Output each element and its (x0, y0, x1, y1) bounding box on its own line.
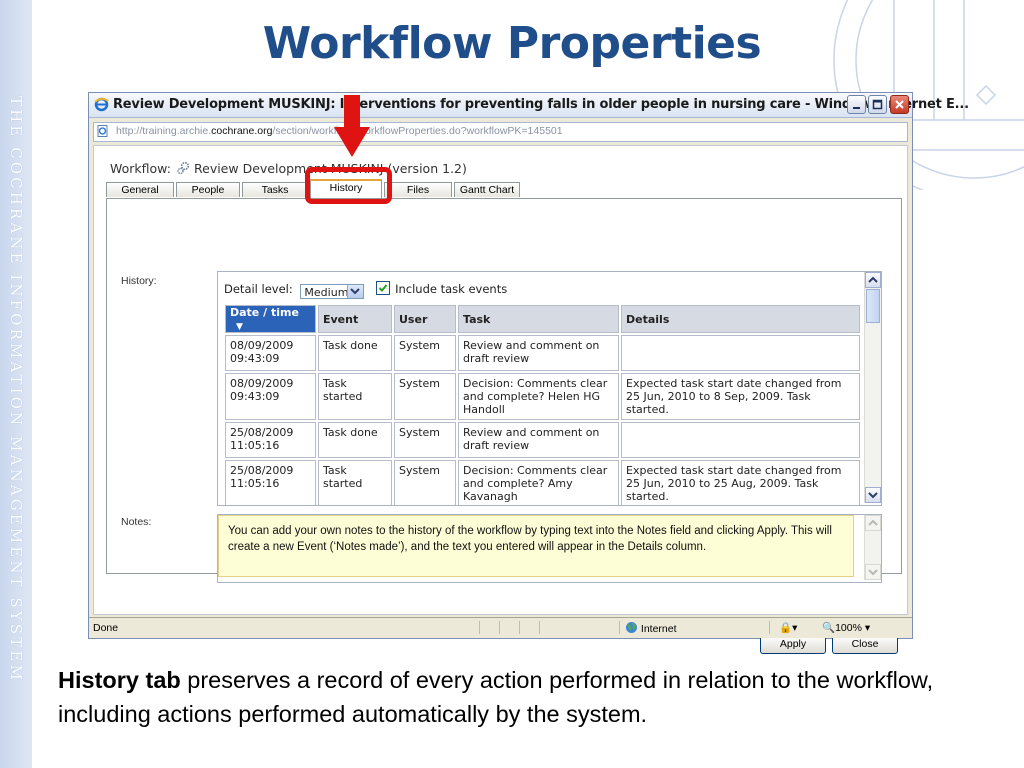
status-divider (769, 621, 770, 634)
detail-level-row: Detail level: Medium Include task events (224, 281, 507, 299)
column-header-event[interactable]: Event (318, 305, 392, 333)
dropdown-arrow-icon (347, 285, 364, 298)
page-icon (97, 125, 108, 137)
address-bar[interactable]: http://training.archie.cochrane.org/sect… (93, 122, 908, 142)
page-content: Workflow: Review Development MUSKINJ (ve… (93, 145, 908, 654)
history-table: Date / time ▼ Event User Task Details 08… (223, 303, 862, 505)
cell-date-time: 25/08/2009 11:05:16 (225, 460, 316, 505)
column-header-user[interactable]: User (394, 305, 456, 333)
cell-task: Review and comment on draft review (458, 422, 619, 458)
cell-task: Review and comment on draft review (458, 335, 619, 371)
cell-event: Task done (318, 422, 392, 458)
history-label: History: (121, 275, 157, 287)
window-title: Review Development MUSKINJ: Intervention… (113, 97, 969, 112)
cell-task: Decision: Comments clear and complete? H… (458, 373, 619, 420)
cell-details: Expected task start date changed from 25… (621, 460, 860, 505)
protected-mode-icon[interactable]: 🔒▾ (779, 621, 797, 634)
scroll-up-button[interactable] (865, 272, 881, 288)
tab-tasks[interactable]: Tasks (242, 182, 308, 197)
status-text: Done (93, 622, 119, 634)
cell-date-time: 25/08/2009 11:05:16 (225, 422, 316, 458)
status-divider (619, 621, 620, 634)
table-row[interactable]: 25/08/2009 11:05:16 Task done System Revi… (225, 422, 860, 458)
security-zone[interactable]: Internet (625, 621, 677, 635)
slide-caption: History tab preserves a record of every … (58, 667, 934, 727)
detail-level-select[interactable]: Medium (300, 284, 365, 299)
notes-label: Notes: (121, 516, 152, 528)
history-tab-highlight-box (305, 167, 392, 204)
chevron-up-icon (868, 519, 878, 526)
scroll-thumb[interactable] (866, 289, 880, 323)
cell-date-time: 08/09/2009 09:43:09 (225, 373, 316, 420)
include-task-events-label: Include task events (395, 282, 508, 296)
notes-field[interactable]: You can add your own notes to the histor… (217, 514, 882, 583)
globe-icon (626, 622, 637, 633)
sort-descending-icon: ▼ (236, 322, 243, 332)
browser-window: Review Development MUSKINJ: Intervention… (88, 92, 969, 654)
status-divider (519, 621, 520, 634)
cell-date-time: 08/09/2009 09:43:09 (225, 335, 316, 371)
history-panel: Detail level: Medium Include task events… (217, 271, 882, 506)
history-scrollbar[interactable] (864, 272, 881, 503)
cell-user: System (394, 460, 456, 505)
status-divider (499, 621, 500, 634)
scroll-up-button[interactable] (865, 515, 881, 531)
cell-event: Task done (318, 335, 392, 371)
column-header-details[interactable]: Details (621, 305, 860, 333)
tab-general[interactable]: General (106, 182, 174, 197)
window-titlebar[interactable]: Review Development MUSKINJ: Intervention… (89, 93, 969, 118)
chevron-down-icon (868, 492, 878, 499)
workflow-gear-icon (177, 161, 190, 175)
internet-explorer-icon (94, 97, 109, 112)
status-divider (479, 621, 480, 634)
cell-task: Decision: Comments clear and complete? A… (458, 460, 619, 505)
maximize-icon (872, 99, 883, 110)
cell-user: System (394, 422, 456, 458)
zoom-icon: 🔍 (822, 622, 836, 634)
include-task-events-checkbox[interactable] (376, 281, 391, 295)
scroll-down-button[interactable] (865, 487, 881, 503)
chevron-up-icon (868, 276, 878, 283)
status-bar: Done Internet 🔒▾ 🔍100% ▾ (89, 617, 912, 638)
scroll-down-button[interactable] (865, 564, 881, 580)
minimize-icon (853, 107, 860, 109)
detail-level-label: Detail level: (224, 282, 293, 296)
workflow-label: Workflow: (110, 161, 171, 176)
cell-event: Task started (318, 373, 392, 420)
zoom-level[interactable]: 🔍100% ▾ (822, 621, 870, 634)
cell-details (621, 422, 860, 458)
cell-user: System (394, 335, 456, 371)
tab-files[interactable]: Files (384, 182, 452, 197)
column-header-task[interactable]: Task (458, 305, 619, 333)
close-window-button[interactable] (890, 95, 909, 114)
cell-details (621, 335, 860, 371)
maximize-button[interactable] (868, 95, 887, 114)
checkmark-icon (378, 284, 388, 292)
cell-details: Expected task start date changed from 25… (621, 373, 860, 420)
column-header-date-time[interactable]: Date / time ▼ (225, 305, 316, 333)
slide-title: Workflow Properties (262, 18, 762, 69)
table-row[interactable]: 08/09/2009 09:43:09 Task done System Revi… (225, 335, 860, 371)
tab-gantt-chart[interactable]: Gantt Chart (454, 182, 520, 197)
close-icon (895, 100, 904, 109)
status-divider (539, 621, 540, 634)
notes-tooltip: You can add your own notes to the histor… (218, 515, 854, 577)
notes-scrollbar[interactable] (864, 515, 881, 580)
cell-user: System (394, 373, 456, 420)
cell-event: Task started (318, 460, 392, 505)
chevron-down-icon (868, 569, 878, 576)
red-down-arrow-icon (334, 95, 370, 157)
table-row[interactable]: 25/08/2009 11:05:16 Task started System D… (225, 460, 860, 505)
table-row[interactable]: 08/09/2009 09:43:09 Task started System D… (225, 373, 860, 420)
minimize-button[interactable] (847, 95, 866, 114)
tab-people[interactable]: People (176, 182, 240, 197)
